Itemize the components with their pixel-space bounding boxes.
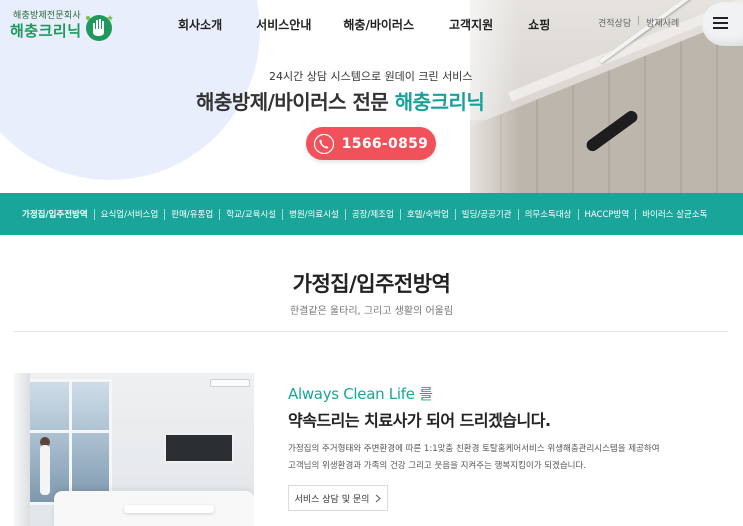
category-item-retail[interactable]: 판매/유통업 [171, 208, 213, 220]
hamburger-icon[interactable] [713, 17, 728, 29]
hamburger-line [713, 27, 728, 29]
hero-title-accent: 해충크리닉 [394, 90, 485, 114]
nav-item-shop[interactable]: 쇼핑 [528, 16, 550, 33]
category-item-building[interactable]: 빌딩/공공기관 [462, 208, 512, 220]
category-item-virus-sterilization[interactable]: 바이러스 살균소독 [642, 208, 707, 220]
category-divider [454, 208, 456, 220]
category-divider [517, 208, 519, 220]
photo-curtain [14, 373, 30, 526]
content-headline: 약속드리는 치료사가 되어 드리겠습니다. [288, 411, 551, 430]
util-link-cases[interactable]: 방제사례 [646, 16, 679, 29]
category-divider [344, 208, 346, 220]
category-divider [219, 208, 221, 220]
service-inquiry-label: 서비스 상담 및 문의 [294, 494, 370, 505]
site-logo[interactable]: 해충방제전문회사 해충크리닉 [10, 8, 125, 44]
photo-window [26, 379, 112, 505]
hamburger-line [713, 17, 728, 19]
utility-links: 견적상담 | 방제사례 [598, 16, 679, 29]
category-bar: 가정집/입주전방역 요식업/서비스업 판매/유통업 학교/교육시설 병원/의료시… [0, 193, 743, 235]
section-title: 가정집/입주전방역 [292, 272, 451, 296]
content-body: 가정집의 주거형태와 주변환경에 따른 1:1맞춤 친환경 토탈홈케어서비스 위… [288, 441, 708, 475]
phone-icon [313, 133, 334, 154]
category-divider [164, 208, 166, 220]
nav-item-support[interactable]: 고객지원 [449, 16, 493, 33]
window-mullion [29, 430, 109, 433]
category-divider [282, 208, 284, 220]
main-nav: 회사소개 서비스안내 해충/바이러스 고객지원 쇼핑 [178, 16, 550, 33]
chevron-right-icon [376, 494, 382, 502]
category-item-haccp[interactable]: HACCP방역 [585, 208, 630, 220]
category-item-factory[interactable]: 공장/제조업 [352, 208, 394, 220]
hero-title: 해충방제/바이러스 전문 해충크리닉 [196, 86, 485, 115]
category-divider [577, 208, 579, 220]
util-divider: | [637, 16, 641, 26]
living-room-photo [14, 373, 254, 526]
nav-item-services[interactable]: 서비스안내 [256, 16, 311, 33]
content-eng-line: Always Clean Life 를 [288, 385, 433, 403]
content-body-line: 가정집의 주거형태와 주변환경에 따른 1:1맞춤 친환경 토탈홈케어서비스 위… [288, 444, 660, 454]
phone-number: 1566-0859 [341, 135, 429, 152]
content-body-line: 고객님의 위생환경과 가족의 건강 그리고 웃음을 지켜주는 행복지킴이가 되겠… [288, 461, 587, 471]
util-link-estimate[interactable]: 견적상담 [598, 16, 631, 29]
category-item-hotel[interactable]: 호텔/숙박업 [407, 208, 449, 220]
category-divider [635, 208, 637, 220]
photo-coffee-table [124, 505, 214, 513]
nav-item-pests-virus[interactable]: 해충/바이러스 [343, 16, 414, 33]
nav-item-company[interactable]: 회사소개 [178, 16, 222, 33]
category-item-school[interactable]: 학교/교육시설 [226, 208, 276, 220]
phone-call-button[interactable]: 1566-0859 [306, 127, 436, 160]
section-divider [14, 331, 728, 332]
hamburger-line [713, 22, 728, 24]
category-divider [399, 208, 401, 220]
category-item-hospital[interactable]: 병원/의료시설 [289, 208, 339, 220]
hand-shield-logo-icon [86, 15, 113, 41]
service-inquiry-button[interactable]: 서비스 상담 및 문의 [288, 485, 388, 511]
hero-title-main: 해충방제/바이러스 전문 [196, 90, 389, 114]
photo-air-conditioner [210, 379, 250, 387]
window-mullion [69, 382, 72, 502]
hero-kicker: 24시간 상담 시스템으로 원데이 크린 서비스 [269, 70, 473, 83]
category-item-mandatory-disinfection[interactable]: 의무소독대상 [525, 208, 572, 220]
hero-banner: 해충방제전문회사 해충크리닉 회사소개 서비스안내 해충/바이러스 고객지원 쇼… [0, 0, 743, 193]
photo-person [40, 445, 50, 495]
photo-tv [164, 433, 234, 463]
category-item-restaurant[interactable]: 요식업/서비스업 [101, 208, 159, 220]
category-item-home[interactable]: 가정집/입주전방역 [22, 208, 88, 220]
category-divider [93, 208, 95, 220]
section-subtitle: 한결같은 울타리, 그리고 생활의 어울림 [289, 306, 454, 317]
logo-name: 해충크리닉 [10, 22, 82, 40]
